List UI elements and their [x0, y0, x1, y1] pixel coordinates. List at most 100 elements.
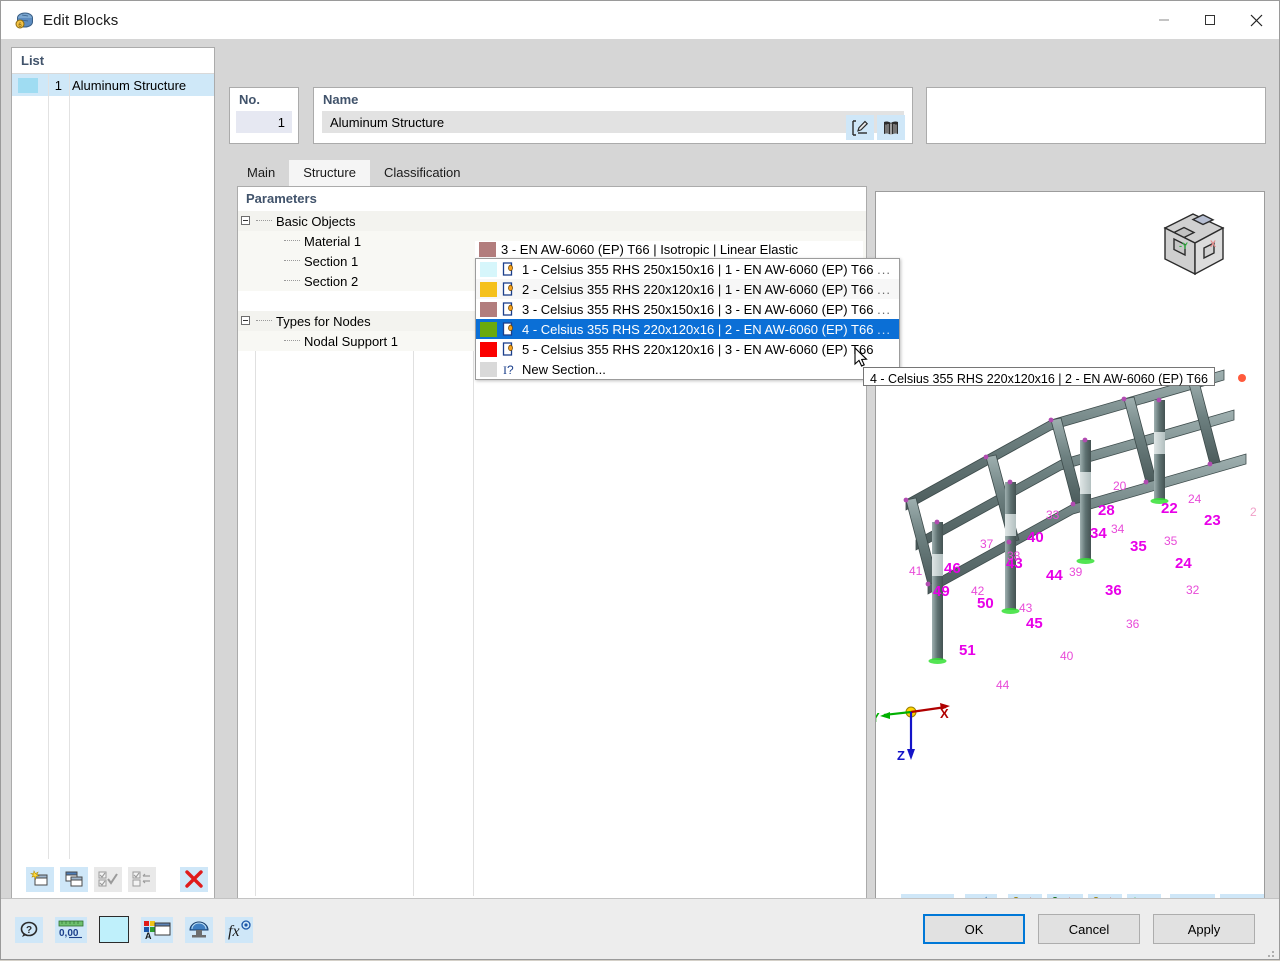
units-button[interactable]: 0,00 — [55, 917, 87, 943]
apply-button[interactable]: Apply — [1153, 914, 1255, 944]
item-color-swatch — [480, 342, 497, 357]
dropdown-item-selected[interactable]: 4 - Celsius 355 RHS 220x120x16 | 2 - EN … — [476, 319, 899, 339]
axis-label-z: Z — [897, 748, 905, 763]
graphic-settings-button[interactable] — [185, 917, 213, 943]
library-icon[interactable] — [877, 115, 905, 140]
dropdown-item-label: 3 - Celsius 355 RHS 250x150x16 | 3 - EN … — [522, 302, 873, 317]
list-toolbar — [12, 859, 214, 899]
tab-main[interactable]: Main — [233, 160, 289, 186]
new-block-button[interactable] — [26, 867, 54, 892]
node-label: 34 — [1090, 525, 1107, 542]
model-view-panel[interactable]: -Y X — [875, 191, 1265, 926]
axis-label-x: X — [940, 706, 949, 721]
formula-button[interactable]: fx — [225, 917, 253, 943]
dropdown-item-menu[interactable]: ... — [877, 302, 891, 317]
delete-block-button[interactable] — [180, 867, 208, 892]
node-label: 22 — [1161, 500, 1178, 517]
new-section-icon: I ? — [502, 362, 517, 377]
tree-group-basic-objects[interactable]: Basic Objects — [238, 211, 866, 231]
dropdown-item-menu[interactable]: ... — [877, 262, 891, 277]
dropdown-item[interactable]: 2 - Celsius 355 RHS 220x120x16 | 1 - EN … — [476, 279, 899, 299]
tree-item-label: Material 1 — [304, 234, 361, 249]
tree-connector — [256, 320, 272, 322]
parameters-header: Parameters — [238, 187, 866, 211]
dropdown-item[interactable]: 3 - Celsius 355 RHS 250x150x16 | 3 - EN … — [476, 299, 899, 319]
tab-structure[interactable]: Structure — [289, 160, 370, 186]
dropdown-item-menu[interactable]: ... — [877, 322, 891, 337]
tree-connector — [284, 280, 300, 282]
copy-block-button[interactable] — [60, 867, 88, 892]
tree-group-label: Types for Nodes — [276, 314, 371, 329]
node-label-small: 32 — [1186, 583, 1199, 597]
list-header: List — [12, 48, 214, 74]
cancel-button[interactable]: Cancel — [1038, 914, 1140, 944]
name-input[interactable]: Aluminum Structure — [322, 111, 904, 133]
dropdown-item-menu[interactable]: ... — [877, 282, 891, 297]
structure-geometry — [876, 322, 1265, 882]
minimize-icon[interactable] — [1141, 1, 1187, 39]
collapse-icon[interactable] — [240, 215, 253, 228]
display-options-button[interactable]: A — [141, 917, 173, 943]
help-button[interactable]: ? — [15, 917, 43, 943]
node-label-small: 38 — [1007, 549, 1020, 563]
node-label: 36 — [1105, 582, 1122, 599]
resize-grip[interactable] — [1265, 946, 1275, 956]
item-color-swatch — [480, 302, 497, 317]
edit-comment-icon[interactable] — [846, 115, 874, 140]
list-item[interactable]: 1 Aluminum Structure — [12, 74, 214, 96]
close-icon[interactable] — [1233, 1, 1279, 39]
node-label-small: 43 — [1019, 601, 1032, 615]
tree-item-label: Nodal Support 1 — [304, 334, 398, 349]
dropdown-item[interactable]: 5 - Celsius 355 RHS 220x120x16 | 3 - EN … — [476, 339, 899, 359]
tree-connector — [284, 240, 300, 242]
item-color-swatch — [480, 362, 497, 377]
color-swatch-button[interactable] — [99, 916, 129, 943]
tree-connector — [256, 220, 272, 222]
collapse-icon[interactable] — [240, 315, 253, 328]
list-column-divider-2 — [69, 74, 70, 865]
dropdown-item-label: 2 - Celsius 355 RHS 220x120x16 | 1 - EN … — [522, 282, 873, 297]
dropdown-item[interactable]: 1 - Celsius 355 RHS 250x150x16 | 1 - EN … — [476, 259, 899, 279]
section-icon — [502, 322, 517, 337]
number-field-panel: No. 1 — [229, 87, 299, 144]
node-label: 35 — [1130, 538, 1147, 555]
dropdown-item-new-section[interactable]: I ? New Section... — [476, 359, 899, 379]
section-icon — [502, 302, 517, 317]
node-label-small: 39 — [1069, 565, 1082, 579]
list-item-label: Aluminum Structure — [72, 78, 186, 93]
ok-button[interactable]: OK — [923, 914, 1025, 944]
tree-item-label: Section 2 — [304, 274, 358, 289]
select-all-button — [94, 867, 122, 892]
node-label: 24 — [1175, 555, 1192, 572]
item-color-swatch — [480, 282, 497, 297]
maximize-icon[interactable] — [1187, 1, 1233, 39]
dropdown-item-label: 1 - Celsius 355 RHS 250x150x16 | 1 - EN … — [522, 262, 873, 277]
footer-tools: ? 0,00 — [15, 916, 253, 943]
node-label: 28 — [1098, 502, 1115, 519]
invert-selection-button — [128, 867, 156, 892]
navigation-cube[interactable]: -Y X — [1153, 206, 1233, 284]
name-field-label: Name — [314, 88, 912, 107]
node-label-small: 41 — [909, 564, 922, 578]
node-label-small: 42 — [971, 584, 984, 598]
node-label-small: 20 — [1113, 479, 1126, 493]
node-label-small: 40 — [1060, 649, 1073, 663]
window-controls — [1141, 1, 1279, 39]
title-bar: 6 Edit Blocks — [1, 1, 1279, 39]
number-input[interactable]: 1 — [236, 111, 292, 133]
tree-connector — [284, 340, 300, 342]
blocks-icon: 6 — [13, 9, 35, 31]
list-panel: List 1 Aluminum Structure — [11, 47, 215, 900]
window-title: Edit Blocks — [43, 12, 118, 29]
material-value-row[interactable]: 3 - EN AW-6060 (EP) T66 | Isotropic | Li… — [475, 241, 863, 258]
block-color-swatch — [18, 78, 38, 93]
top-right-panel — [926, 87, 1266, 144]
name-field-buttons — [846, 115, 905, 140]
list-column-divider-1 — [48, 74, 49, 865]
cube-label-left: -Y — [1179, 241, 1188, 251]
material-color-swatch — [479, 242, 496, 257]
edit-blocks-window: 6 Edit Blocks List 1 Aluminum St — [0, 0, 1280, 960]
tab-classification[interactable]: Classification — [370, 160, 475, 186]
section-icon — [502, 342, 517, 357]
node-label-small: 34 — [1111, 522, 1124, 536]
